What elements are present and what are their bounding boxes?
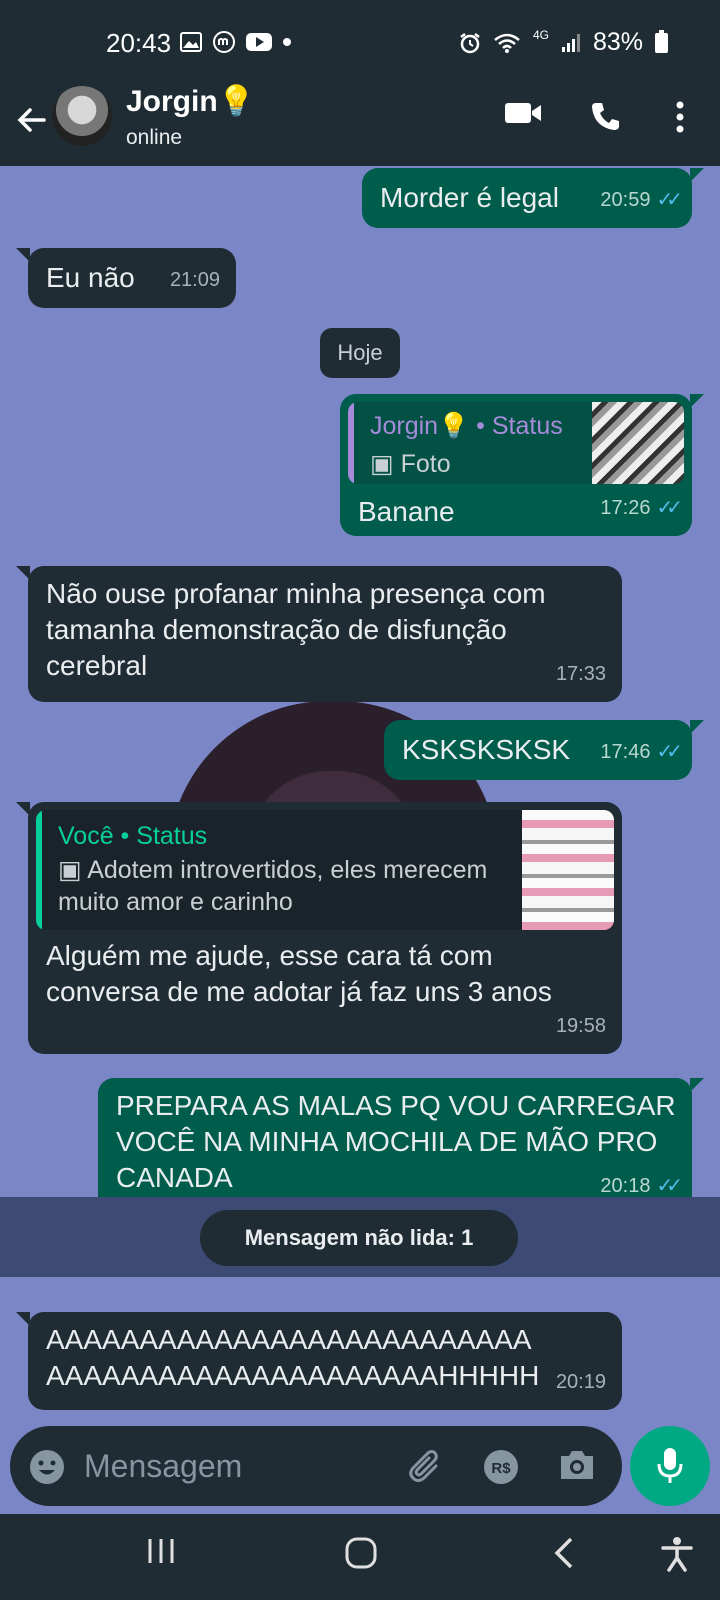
- camera-icon[interactable]: [558, 1448, 596, 1482]
- battery-icon: [655, 29, 668, 53]
- avatar[interactable]: [52, 86, 112, 146]
- message-time: 21:09: [169, 269, 220, 291]
- status-bar: 20:43 4G 83%: [0, 0, 720, 84]
- message-outgoing[interactable]: PREPARA AS MALAS PQ VOU CARREGAR VOCÊ NA…: [98, 1078, 704, 1214]
- signal-icon: [561, 33, 580, 52]
- system-indicators: 4G 83%: [459, 28, 668, 57]
- back-icon[interactable]: [552, 1536, 576, 1570]
- message-text: KSKSKSKSK: [402, 734, 571, 765]
- battery-percent: 83%: [592, 28, 643, 56]
- message-meta: 17:46 ✓✓: [600, 734, 682, 770]
- quoted-status[interactable]: Você • Status ▣ Adotem introvertidos, el…: [36, 810, 614, 930]
- message-incoming[interactable]: Não ouse profanar minha presença com tam…: [16, 566, 622, 702]
- gallery-icon: [180, 32, 202, 52]
- quote-subtitle: ▣ Foto: [370, 450, 451, 478]
- message-meta: 17:26 ✓✓: [600, 490, 682, 526]
- back-arrow-icon[interactable]: [14, 102, 50, 138]
- youtube-icon: [246, 33, 272, 51]
- message-outgoing[interactable]: Morder é legal 20:59 ✓✓: [362, 168, 704, 228]
- message-time: 20:59: [600, 189, 651, 211]
- payment-icon[interactable]: R$: [482, 1448, 520, 1486]
- emoji-icon[interactable]: [28, 1448, 66, 1486]
- dot-icon: [283, 38, 291, 46]
- network-type: 4G: [532, 27, 549, 42]
- attach-icon[interactable]: [406, 1448, 446, 1488]
- message-placeholder: Mensagem: [84, 1448, 243, 1484]
- message-time: 20:19: [555, 1371, 606, 1393]
- chat-header: Jorgin💡 online: [0, 84, 720, 166]
- message-incoming[interactable]: Eu não 21:09: [16, 248, 236, 308]
- messenger-icon: [213, 31, 235, 53]
- quoted-status[interactable]: Jorgin💡 • Status ▣ Foto: [348, 402, 684, 484]
- message-meta: 20:19: [556, 1364, 606, 1400]
- message-list[interactable]: Morder é legal 20:59 ✓✓ Eu não 21:09 Hoj…: [0, 166, 720, 1424]
- message-input[interactable]: Mensagem R$: [10, 1426, 622, 1506]
- message-incoming[interactable]: Você • Status ▣ Adotem introvertidos, el…: [16, 802, 622, 1054]
- message-incoming[interactable]: AAAAAAAAAAAAAAAAAAAAAAAAAAAAAAAAAAAAAAAA…: [16, 1312, 622, 1410]
- message-time: 17:26: [600, 497, 651, 519]
- video-call-icon[interactable]: [504, 100, 542, 126]
- quote-author: Você • Status: [58, 822, 208, 850]
- quote-accent-bar: [348, 402, 354, 484]
- quote-author: Jorgin💡 • Status: [370, 412, 563, 440]
- photo-icon: ▣: [370, 450, 394, 478]
- quote-subtitle: ▣ Adotem introvertidos, eles merecem mui…: [58, 856, 488, 916]
- message-outgoing[interactable]: Jorgin💡 • Status ▣ Foto Banane 17:26 ✓✓: [340, 394, 704, 536]
- status-thumbnail: [522, 810, 614, 930]
- system-nav-bar: [0, 1514, 720, 1600]
- message-text: Alguém me ajude, esse cara tá com conver…: [46, 940, 552, 1007]
- microphone-icon: [657, 1448, 683, 1483]
- unread-banner: Mensagem não lida: 1: [0, 1197, 720, 1277]
- date-separator: Hoje: [320, 328, 400, 378]
- message-meta: 17:33: [556, 656, 606, 692]
- svg-text:R$: R$: [491, 1460, 511, 1477]
- read-receipt-icon: ✓✓: [656, 497, 682, 519]
- unread-count-pill: Mensagem não lida: 1: [200, 1210, 518, 1266]
- status-time: 20:43: [106, 28, 172, 58]
- message-text: Morder é legal: [380, 182, 559, 213]
- wifi-icon: [494, 33, 520, 53]
- message-text: PREPARA AS MALAS PQ VOU CARREGAR VOCÊ NA…: [116, 1090, 676, 1193]
- voice-call-icon[interactable]: [590, 100, 622, 132]
- read-receipt-icon: ✓✓: [656, 189, 682, 211]
- message-text: Eu não: [46, 262, 135, 293]
- message-time: 17:46: [600, 741, 651, 763]
- message-time: 17:33: [555, 663, 606, 685]
- status-thumbnail: [592, 402, 684, 484]
- composer-bar: Mensagem R$: [0, 1424, 720, 1514]
- message-text: AAAAAAAAAAAAAAAAAAAAAAAAAAAAAAAAAAAAAAAA…: [46, 1324, 540, 1391]
- home-icon[interactable]: [344, 1536, 378, 1570]
- more-options-icon[interactable]: [674, 100, 686, 134]
- message-meta: 21:09: [170, 262, 220, 298]
- recent-apps-icon[interactable]: [146, 1536, 176, 1566]
- message-outgoing[interactable]: KSKSKSKSK 17:46 ✓✓: [384, 720, 704, 780]
- accessibility-icon[interactable]: [660, 1536, 694, 1572]
- quote-accent-bar: [36, 810, 42, 930]
- read-receipt-icon: ✓✓: [656, 741, 682, 763]
- message-time: 19:58: [555, 1015, 606, 1037]
- message-meta: 19:58: [556, 1008, 606, 1044]
- message-text: Não ouse profanar minha presença com tam…: [46, 578, 546, 681]
- message-meta: 20:59 ✓✓: [600, 182, 682, 218]
- photo-icon: ▣: [58, 856, 82, 884]
- contact-status: online: [126, 126, 183, 149]
- voice-record-button[interactable]: [630, 1426, 710, 1506]
- message-text: Banane: [358, 496, 455, 527]
- contact-name[interactable]: Jorgin💡: [126, 84, 255, 119]
- alarm-icon: [460, 32, 480, 53]
- notification-icons: [180, 30, 292, 54]
